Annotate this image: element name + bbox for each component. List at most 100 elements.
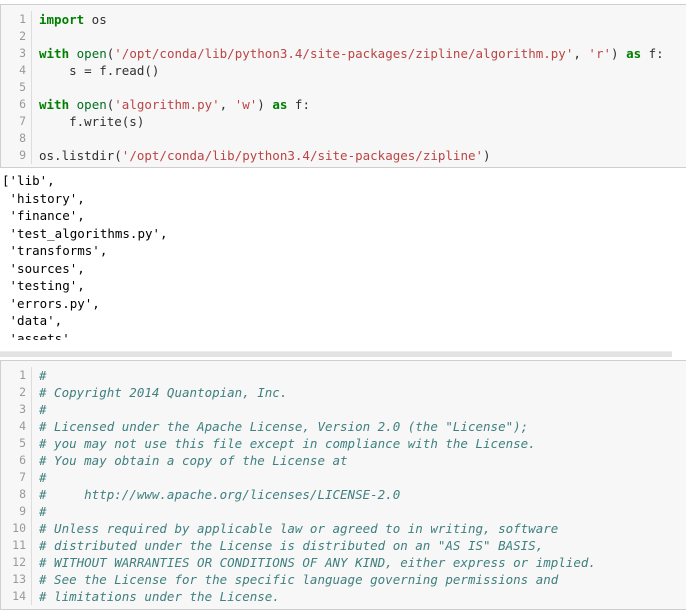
code-cell-input-1[interactable]: 1 2 3 4 5 6 7 8 9 import os with open('/opt/cond… [0, 4, 686, 168]
line-number-8: 8 [19, 131, 26, 145]
line-number-2-5: 5 [19, 436, 26, 450]
line-number-2-4: 4 [19, 419, 26, 433]
output-line-9: 'data', [2, 313, 63, 328]
comment-line-2: # Copyright 2014 Quantopian, Inc. [39, 384, 686, 401]
token-bi: open [76, 46, 107, 61]
token-str: 'w' [234, 97, 258, 112]
token-pln: os [84, 12, 107, 27]
code-line-7: f.write(s) [39, 113, 686, 130]
token-str: 'r' [588, 46, 611, 61]
output-line-5: 'transforms', [2, 243, 108, 258]
output-line-7: 'testing', [2, 278, 85, 293]
token-com: # See the License for the specific langu… [39, 572, 559, 587]
code-editor-area-2[interactable]: # # Copyright 2014 Quantopian, Inc. # # Lic… [32, 367, 686, 605]
line-number-gutter-2: 1 2 3 4 5 6 7 8 9 10 11 12 13 14 [1, 367, 32, 605]
token-kw: with [39, 97, 70, 112]
token-pln: ) [257, 97, 273, 112]
token-kw: as [272, 97, 288, 112]
comment-line-9: # [39, 503, 686, 520]
token-pln: os.listdir( [39, 148, 122, 163]
token-com: # limitations under the License. [39, 589, 280, 604]
line-number-2-9: 9 [19, 504, 26, 518]
comment-line-5: # you may not use this file except in co… [39, 435, 686, 452]
comment-line-13: # See the License for the specific langu… [39, 571, 686, 588]
line-number-2-13: 13 [12, 572, 26, 586]
comment-line-11: # distributed under the License is distr… [39, 537, 686, 554]
cell-output-text: ['lib', 'history', 'finance', 'test_algo… [0, 172, 686, 340]
code-line-9: os.listdir('/opt/conda/lib/python3.4/sit… [39, 147, 686, 164]
token-com: # WITHOUT WARRANTIES OR CONDITIONS OF AN… [39, 555, 596, 570]
line-number-2-1: 1 [19, 368, 26, 382]
token-kw: import [39, 12, 85, 27]
token-com: # Licensed under the Apache License, Ver… [39, 419, 529, 434]
output-line-2: 'history', [2, 190, 85, 206]
line-number-gutter-1: 1 2 3 4 5 6 7 8 9 [1, 11, 32, 164]
line-number-2-2: 2 [19, 385, 26, 399]
output-line-1: ['lib', [2, 173, 55, 188]
line-number-2-8: 8 [19, 487, 26, 501]
line-number-2-11: 11 [12, 538, 26, 552]
token-pln: ) [611, 46, 627, 61]
token-com: # distributed under the License is distr… [39, 538, 544, 553]
comment-line-4: # Licensed under the Apache License, Ver… [39, 418, 686, 435]
comment-line-10: # Unless required by applicable law or a… [39, 520, 686, 537]
token-pln: f: [287, 97, 310, 112]
token-str: 'algorithm.py' [114, 97, 220, 112]
line-number-4: 4 [19, 63, 26, 77]
line-number-5: 5 [19, 80, 26, 94]
comment-line-6: # You may obtain a copy of the License a… [39, 452, 686, 469]
token-pln [69, 97, 77, 112]
code-line-3: with open('/opt/conda/lib/python3.4/site… [39, 45, 686, 62]
token-com: # [39, 368, 47, 383]
code-cell-input-2[interactable]: 1 2 3 4 5 6 7 8 9 10 11 12 13 14 # # Copyright 2014 Qu… [0, 360, 686, 610]
token-com: # http://www.apache.org/licenses/LICENSE… [39, 487, 401, 502]
token-com: # [39, 504, 47, 519]
line-number-2-14: 14 [12, 589, 26, 603]
code-line-6: with open('algorithm.py', 'w') as f: [39, 96, 686, 113]
token-kw: with [39, 46, 70, 61]
token-pln: ) [483, 148, 491, 163]
codemirror-body-2: 1 2 3 4 5 6 7 8 9 10 11 12 13 14 # # Copyright 2014 Qu… [1, 361, 686, 609]
comment-line-3: # [39, 401, 686, 418]
line-number-1: 1 [19, 12, 26, 26]
line-number-2-12: 12 [12, 555, 26, 569]
line-number-2-3: 3 [19, 402, 26, 416]
line-number-2-7: 7 [19, 470, 26, 484]
line-number-2-10: 10 [12, 521, 26, 535]
token-com: # [39, 402, 47, 417]
comment-line-7: # [39, 469, 686, 486]
output-line-10: 'assets' [2, 330, 70, 341]
comment-line-8: # http://www.apache.org/licenses/LICENSE… [39, 486, 686, 503]
token-pln: , [573, 46, 589, 61]
token-com: # you may not use this file except in co… [39, 436, 536, 451]
line-number-6: 6 [19, 97, 26, 111]
token-str: '/opt/conda/lib/python3.4/site-packages/… [114, 46, 574, 61]
line-number-9: 9 [19, 148, 26, 162]
token-com: # You may obtain a copy of the License a… [39, 453, 348, 468]
codemirror-body-1: 1 2 3 4 5 6 7 8 9 import os with open('/opt/cond… [1, 5, 686, 167]
output-line-8: 'errors.py', [2, 295, 100, 311]
token-com: # Copyright 2014 Quantopian, Inc. [39, 385, 288, 400]
token-pln: f.write(s) [39, 114, 145, 129]
code-line-4: s = f.read() [39, 62, 686, 79]
output-line-4: 'test_algorithms.py', [2, 225, 168, 241]
token-bi: open [76, 97, 107, 112]
line-number-7: 7 [19, 114, 26, 128]
comment-line-14: # limitations under the License. [39, 588, 686, 605]
token-pln: , [219, 97, 235, 112]
line-number-2-6: 6 [19, 453, 26, 467]
token-str: '/opt/conda/lib/python3.4/site-packages/… [121, 148, 484, 163]
code-line-1: import os [39, 11, 686, 28]
token-pln: f: [641, 46, 664, 61]
comment-line-1: # [39, 367, 686, 384]
output-line-3: 'finance', [2, 208, 85, 223]
line-number-2: 2 [19, 29, 26, 43]
code-editor-area-1[interactable]: import os with open('/opt/conda/lib/pyth… [32, 11, 686, 164]
output-line-6: 'sources', [2, 260, 85, 276]
token-com: # Unless required by applicable law or a… [39, 521, 559, 536]
token-com: # [39, 470, 47, 485]
line-number-3: 3 [19, 46, 26, 60]
